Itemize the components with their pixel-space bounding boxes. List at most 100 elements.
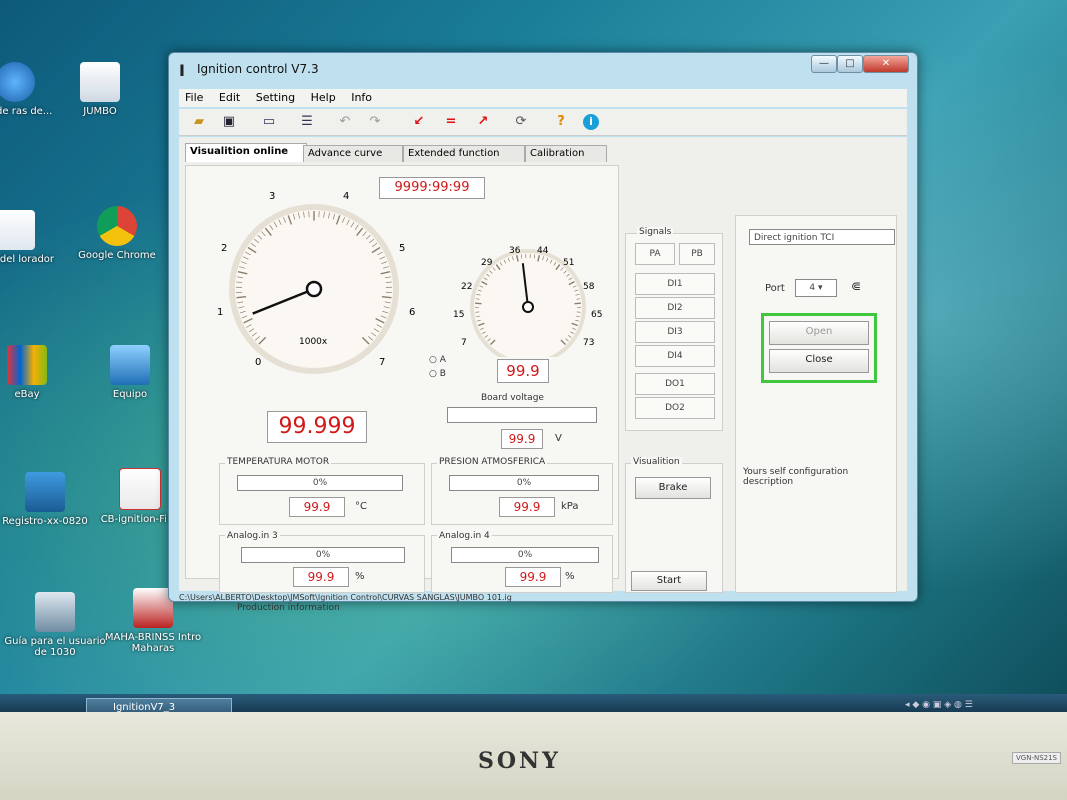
rpm-tick-6: 6 — [409, 307, 415, 318]
folder-icon — [80, 62, 120, 102]
ignition-mode-select[interactable]: Direct ignition TCI — [749, 229, 895, 245]
radio-a-label: A — [439, 355, 446, 365]
rpm-tick-4: 4 — [343, 191, 349, 202]
menu-info[interactable]: Info — [345, 89, 378, 106]
tab-extended-function[interactable]: Extended function — [403, 145, 525, 162]
datetime-display: 9999:99:99 — [379, 177, 485, 199]
desktop-icon-chrome[interactable]: Google Chrome — [62, 206, 172, 261]
close-button[interactable]: ✕ — [863, 55, 909, 73]
signal-do1: DO1 — [635, 373, 715, 395]
board-voltage-label: Board voltage — [481, 393, 544, 403]
title-bar[interactable]: I Ignition control V7.3 — □ ✕ — [169, 53, 917, 85]
signal-do2: DO2 — [635, 397, 715, 419]
menu-setting[interactable]: Setting — [250, 89, 301, 106]
ignition-control-window: I Ignition control V7.3 — □ ✕ File Edit … — [168, 52, 918, 613]
equals-icon[interactable]: = — [441, 113, 461, 131]
chevron-down-icon: ▾ — [818, 283, 823, 293]
question-icon[interactable]: ? — [551, 113, 571, 131]
ebay-icon — [7, 345, 47, 385]
signal-di3: DI3 — [635, 321, 715, 343]
client-area: Visualition online Advance curve Extende… — [179, 137, 907, 613]
toolbar: ▰ ▣ ▭ ☰ ↶ ↷ ↙ = ↗ ⟳ ? i — [179, 109, 907, 136]
advance-tick-9: 65 — [591, 310, 602, 320]
laptop-model-badge: VGN-NS21S — [1012, 752, 1062, 764]
signal-di4: DI4 — [635, 345, 715, 367]
refresh-icon[interactable]: ⟳ — [511, 113, 531, 131]
desktop-icon-explorer[interactable]: ción del lorador — [0, 210, 70, 265]
plug-icon: ⋐ — [851, 279, 862, 293]
advance-tick-8: 58 — [583, 282, 595, 292]
presion-label: PRESION ATMOSFERICA — [437, 457, 548, 467]
rpm-gauge: 0 1 2 3 4 5 6 7 1000x — [217, 191, 415, 374]
analog4-value: 99.9 — [505, 567, 561, 587]
tab-calibration[interactable]: Calibration — [525, 145, 607, 162]
arrow-up-right-icon[interactable]: ↗ — [473, 113, 493, 131]
start-button[interactable]: Start — [631, 571, 707, 591]
presion-bar: 0% — [449, 475, 599, 491]
signal-di1: DI1 — [635, 273, 715, 295]
configuration-description[interactable]: Yours self configuration description — [743, 467, 883, 487]
rpm-tick-1: 1 — [217, 307, 223, 318]
advance-tick-3: 22 — [461, 282, 472, 292]
info-icon[interactable]: i — [583, 114, 599, 130]
presion-value: 99.9 — [499, 497, 555, 517]
advance-tick-1: 7 — [461, 338, 467, 348]
analog4-unit: % — [565, 571, 575, 582]
advance-tick-10: 73 — [583, 338, 594, 348]
app-logo-icon: I — [179, 61, 185, 80]
radio-b[interactable]: ○ B — [429, 369, 446, 379]
rpm-tick-3: 3 — [269, 191, 275, 202]
save-icon[interactable]: ▣ — [219, 113, 239, 131]
board-voltage-value: 99.9 — [501, 429, 543, 449]
signal-pa: PA — [635, 243, 675, 265]
menu-edit[interactable]: Edit — [213, 89, 246, 106]
rpm-tick-7: 7 — [379, 357, 385, 368]
analog3-bar: 0% — [241, 547, 405, 563]
folder-open-icon[interactable]: ▰ — [189, 113, 209, 131]
open-button[interactable]: Open — [769, 321, 869, 345]
temperatura-bar: 0% — [237, 475, 403, 491]
arrow-down-left-icon[interactable]: ↙ — [409, 113, 429, 131]
minimize-button[interactable]: — — [811, 55, 837, 73]
analog4-bar: 0% — [451, 547, 599, 563]
signal-pb: PB — [679, 243, 715, 265]
window-icon[interactable]: ▭ — [259, 113, 279, 131]
pdf-icon — [119, 468, 161, 510]
desktop-icon-jumbo[interactable]: JUMBO — [45, 62, 155, 117]
advance-tick-5: 36 — [509, 246, 521, 256]
board-voltage-bar — [447, 407, 597, 423]
window-title: Ignition control V7.3 — [197, 62, 319, 76]
port-select[interactable]: 4 ▾ — [795, 279, 837, 297]
signals-title: Signals — [637, 227, 674, 237]
advance-tick-4: 29 — [481, 258, 493, 268]
maximize-button[interactable]: □ — [837, 55, 863, 73]
advance-tick-7: 51 — [563, 258, 574, 268]
menu-file[interactable]: File — [179, 89, 209, 106]
advance-value-display: 99.9 — [497, 359, 549, 383]
signal-di2: DI2 — [635, 297, 715, 319]
chrome-icon — [97, 206, 137, 246]
rpm-unit-label: 1000x — [299, 337, 328, 347]
redo-icon[interactable]: ↷ — [365, 113, 385, 131]
document-icon — [0, 210, 35, 250]
close-port-button[interactable]: Close — [769, 349, 869, 373]
rpm-tick-5: 5 — [399, 243, 405, 254]
desktop-icon-ebay[interactable]: eBay — [0, 345, 82, 400]
brake-button[interactable]: Brake — [635, 477, 711, 499]
undo-icon[interactable]: ↶ — [335, 113, 355, 131]
list-icon[interactable]: ☰ — [297, 113, 317, 131]
ie-icon — [0, 62, 35, 102]
analog3-unit: % — [355, 571, 365, 582]
temperatura-unit: °C — [355, 501, 367, 512]
radio-b-label: B — [439, 369, 446, 379]
tab-advance-curve[interactable]: Advance curve — [303, 145, 403, 162]
port-select-value: 4 — [809, 283, 816, 293]
rpm-value-display: 99.999 — [267, 411, 367, 443]
desktop-icon-installer[interactable]: Guía para el usuario de 1030 — [0, 592, 110, 658]
temperatura-label: TEMPERATURA MOTOR — [225, 457, 332, 467]
menu-help[interactable]: Help — [305, 89, 342, 106]
radio-a[interactable]: ○ A — [429, 355, 446, 365]
tab-visualition-online[interactable]: Visualition online — [185, 143, 307, 162]
rpm-tick-2: 2 — [221, 243, 227, 254]
visualition-title: Visualition — [631, 457, 682, 467]
